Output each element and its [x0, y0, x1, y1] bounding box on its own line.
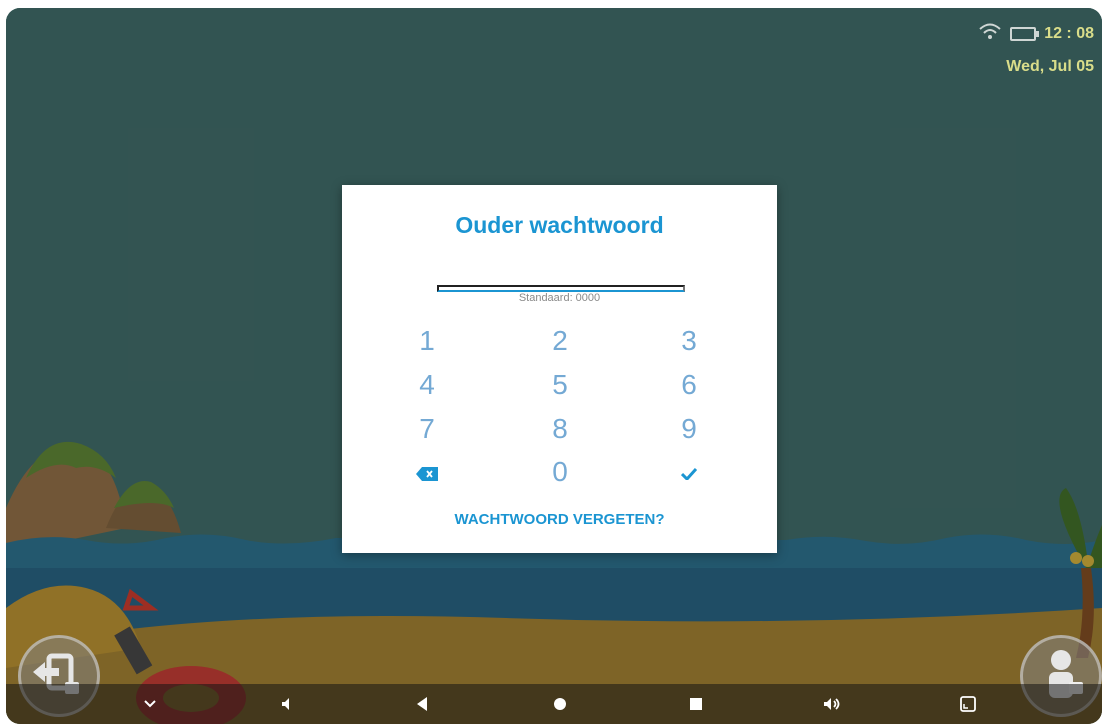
parent-password-dialog: Ouder wachtwoord Standaard: 0000 1 2 3 4… — [342, 185, 777, 553]
dialog-title: Ouder wachtwoord — [455, 212, 664, 238]
key-1[interactable]: 1 — [387, 322, 467, 360]
volume-up-icon[interactable] — [812, 684, 852, 724]
wifi-icon — [978, 22, 1002, 45]
key-5[interactable]: 5 — [520, 366, 600, 404]
home-icon[interactable] — [540, 684, 580, 724]
key-4[interactable]: 4 — [387, 366, 467, 404]
chevron-down-icon[interactable] — [130, 684, 170, 724]
backspace-icon — [416, 466, 438, 481]
key-8[interactable]: 8 — [520, 410, 600, 448]
back-icon[interactable] — [402, 684, 442, 724]
key-0[interactable]: 0 — [520, 453, 600, 491]
volume-down-icon[interactable] — [268, 684, 308, 724]
battery-icon — [1010, 26, 1040, 41]
status-bar: 12 : 08 — [978, 22, 1094, 45]
clock: 12 : 08 — [1044, 24, 1094, 42]
default-password-hint: Standaard: 0000 — [518, 292, 601, 304]
password-field[interactable] — [437, 285, 685, 292]
date-label: Wed, Jul 05 — [1006, 58, 1094, 75]
key-7[interactable]: 7 — [387, 410, 467, 448]
key-3[interactable]: 3 — [649, 322, 729, 360]
recents-icon[interactable] — [676, 684, 716, 724]
key-6[interactable]: 6 — [649, 366, 729, 404]
forgot-password-link[interactable]: WACHTWOORD VERGETEN? — [342, 511, 777, 528]
checkmark-icon — [681, 467, 697, 480]
confirm-button[interactable] — [649, 453, 729, 491]
backspace-button[interactable] — [387, 453, 467, 491]
device-screen: 12 : 08 Wed, Jul 05 Ouder wachtwoord Sta… — [6, 8, 1102, 724]
navigation-bar — [6, 684, 1102, 724]
screenshot-icon[interactable] — [948, 684, 988, 724]
key-2[interactable]: 2 — [520, 322, 600, 360]
key-9[interactable]: 9 — [649, 410, 729, 448]
